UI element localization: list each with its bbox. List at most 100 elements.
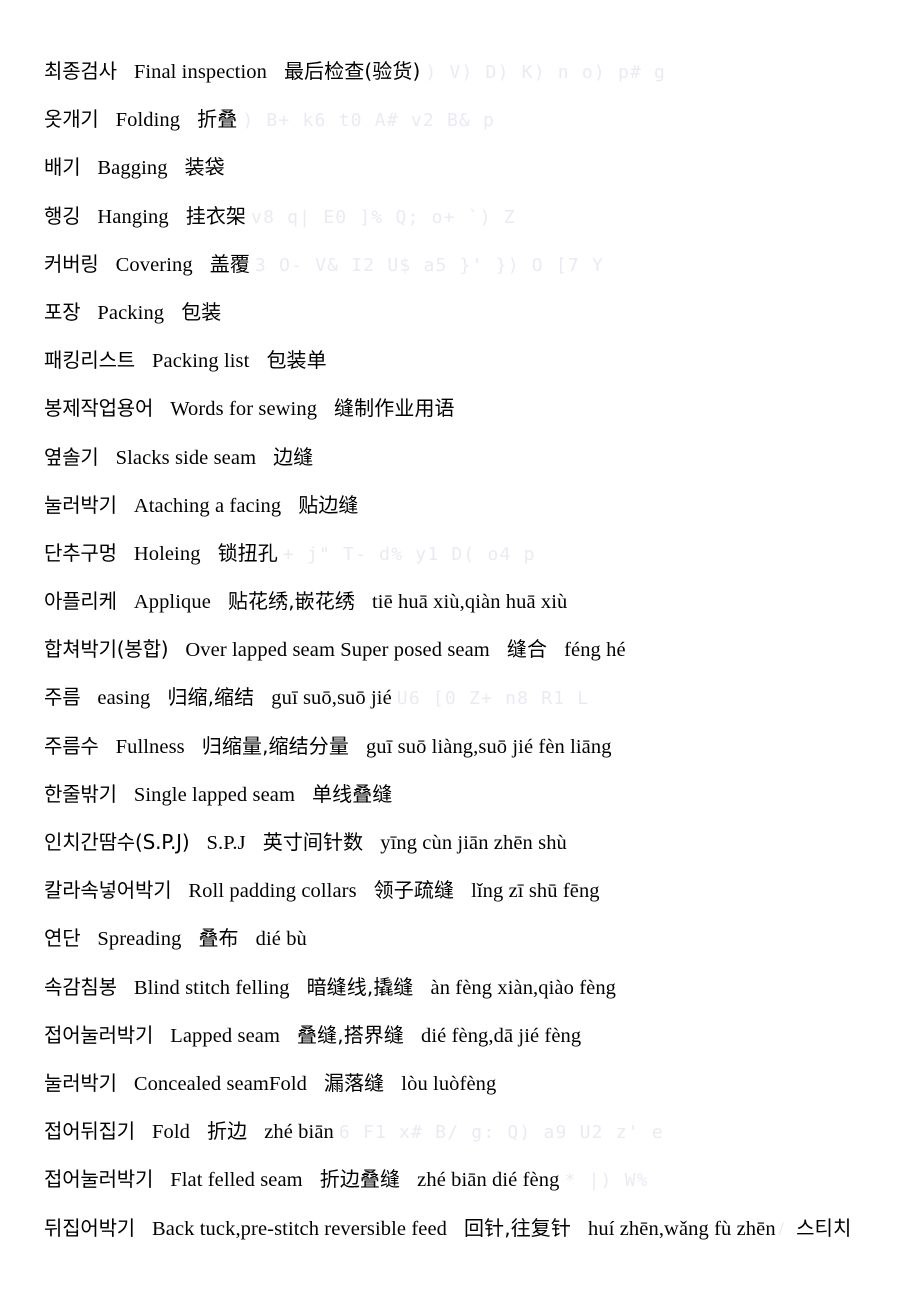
entry-english-term: Flat felled seam [170,1169,303,1192]
entry-chinese-term: 回针,往复针 [464,1215,571,1240]
glossary-row: 주름 easing 归缩,缩结 guī suō,suō jié U6 [0 Z+ n8 … [44,678,920,726]
entry-chinese-term: 漏落缝 [323,1070,385,1095]
entry-chinese-term: 归缩,缩结 [167,685,255,710]
glossary-row: 눌러박기 Concealed seamFold 漏落缝 lòu luòfèng [44,1064,920,1112]
entry-korean-term: 커버링 [44,251,99,276]
entry-chinese-term: 包装 [181,299,222,324]
entry-korean-term: 옆솔기 [44,444,99,469]
watermark-artifact-text: + j" T- d% y1 D( o4 p [282,543,536,565]
glossary-row: 접어눌러박기 Flat felled seam 折边叠缝 zhé biān dié f… [44,1160,920,1208]
entry-english-term: Spreading [97,928,182,951]
entry-english-term: Packing [97,301,165,324]
entry-chinese-term: 锁扭孔 [217,540,278,565]
entry-korean-term: 접어눌러박기 [44,1167,154,1192]
entry-korean-term: 봉제작업용어 [44,396,154,421]
entry-english-term: Folding [115,109,181,132]
entry-korean-term: 속감침봉 [44,974,117,999]
entry-pinyin: dié bù [255,928,307,951]
entry-english-term: Slacks side seam [115,446,257,469]
glossary-row: 접어눌러박기 Lapped seam 叠缝,搭界缝 dié fèng,dā jié f… [44,1016,920,1064]
entry-chinese-term: 缝制作业用语 [334,396,455,421]
watermark-artifact-text: 6 F1 x# B/ g: Q) a9 U2 z' e [338,1122,664,1144]
entry-pinyin: tiē huā xiù,qiàn huā xiù [371,591,568,614]
entry-english-term: Final inspection [133,61,267,83]
watermark-artifact-text: ) V) D) K) n o) p# g [425,62,667,83]
glossary-row: 주름수 Fullness 归缩量,缩结分量 guī suō liàng,suō jié… [44,727,920,775]
entry-trailing-korean: 스티치 [796,1215,852,1240]
entry-english-term: Over lapped seam Super posed seam [185,639,490,662]
entry-pinyin: huí zhēn,wǎng fù zhēn [588,1217,776,1240]
entry-chinese-term: 单线叠缝 [312,781,393,806]
glossary-row: 속감침봉 Blind stitch felling 暗缝线,撬缝 àn fèng xi… [44,968,920,1016]
watermark-artifact-text: ) B+ k6 t0 A# v2 B& p [242,110,496,132]
entry-english-term: easing [97,687,151,710]
entry-chinese-term: 贴花绣,嵌花绣 [227,589,355,614]
entry-english-term: Covering [115,253,193,276]
glossary-row: 합쳐박기(봉합) Over lapped seam Super posed sea… [44,630,920,678]
entry-korean-term: 행깅 [44,203,81,228]
entry-korean-term: 아플리케 [44,589,117,614]
watermark-artifact-text: v8 q| E0 ]% Q; o+ `) Z [251,206,516,228]
entry-korean-term: 배기 [44,155,81,180]
entry-english-term: Fold [152,1121,190,1144]
glossary-row: 인치간땀수(S.P.J) S.P.J 英寸间针数 yīng cùn jiān zhēn… [44,823,920,871]
entry-chinese-term: 暗缝线,撬缝 [306,974,414,999]
entry-pinyin: zhé biān dié fèng [417,1169,560,1192]
entry-korean-term: 주름수 [44,733,99,758]
entry-pinyin: guī suō liàng,suō jié fèn liāng [365,735,612,758]
entry-pinyin: guī suō,suō jié [271,687,392,710]
entry-pinyin: féng hé [564,639,626,662]
glossary-row: 옆솔기 Slacks side seam 边缝 [44,438,920,486]
entry-english-term: Applique [133,591,211,614]
entry-english-term: Single lapped seam [133,783,296,806]
glossary-row: 연단 Spreading 叠布 dié bù [44,919,920,967]
glossary-row: 눌러박기 Ataching a facing 贴边缝 [44,486,920,534]
entry-korean-term: 한줄밖기 [44,781,117,806]
entry-chinese-term: 叠布 [198,926,239,951]
glossary-row: 옷개기 Folding 折叠) B+ k6 t0 A# v2 B& p [44,100,920,148]
entry-chinese-term: 包装单 [266,348,327,373]
glossary-row: 뒤집어박기 Back tuck,pre-stitch reversible fee… [44,1209,920,1257]
entry-korean-term: 단추구멍 [44,540,117,565]
entry-english-term: Roll padding collars [188,880,357,903]
glossary-row: 배기 Bagging 装袋 [44,148,920,196]
entry-chinese-term: 归缩量,缩结分量 [201,733,349,758]
entry-chinese-term: 最后检查(验货) [283,59,421,83]
entry-english-term: Holeing [133,542,201,565]
entry-korean-term: 포장 [44,299,81,324]
entry-korean-term: 접어눌러박기 [44,1022,154,1047]
entry-english-term: Back tuck,pre-stitch reversible feed [152,1217,448,1240]
entry-english-term: Packing list [152,350,250,373]
entry-korean-term: 눌러박기 [44,1070,117,1095]
entry-english-term: S.P.J [206,832,246,854]
entry-chinese-term: 折边叠缝 [319,1167,401,1192]
entry-english-term: Words for sewing [170,398,318,421]
entry-korean-term: 합쳐박기(봉합) [44,637,169,662]
entry-chinese-term: 边缝 [273,444,314,469]
entry-pinyin: zhé biān [264,1121,334,1144]
document-page: 최종검사 Final inspection 最后检查(验货)) V) D) K) n… [0,0,920,1302]
entry-chinese-term: 折边 [207,1119,248,1144]
watermark-artifact-text: U6 [0 Z+ n8 R1 L [396,688,590,710]
entry-korean-term: 주름 [44,685,81,710]
entry-pinyin: dié fèng,dā jié fèng [421,1024,582,1047]
glossary-list: 최종검사 Final inspection 最后检查(验货)) V) D) K) n… [44,52,920,1257]
entry-chinese-term: 叠缝,搭界缝 [297,1022,404,1047]
separator-slash: / [778,1218,785,1240]
glossary-row: 칼라속넣어박기 Roll padding collars 领子疏缝 lǐng zī s… [44,871,920,919]
watermark-artifact-text: 3 O- V& I2 U$ a5 }' }) O [7 Y [254,254,604,276]
glossary-row: 아플리케 Applique 贴花绣,嵌花绣 tiē huā xiù,qiàn huā … [44,582,920,630]
glossary-row: 커버링 Covering 盖覆 3 O- V& I2 U$ a5 }' }) O [7… [44,245,920,293]
entry-pinyin: lòu luòfèng [401,1072,497,1095]
entry-korean-term: 인치간땀수(S.P.J) [44,830,190,854]
entry-chinese-term: 缝合 [506,637,548,662]
entry-korean-term: 접어뒤집기 [44,1119,135,1144]
entry-chinese-term: 领子疏缝 [373,878,455,903]
entry-pinyin: lǐng zī shū fēng [471,880,600,903]
entry-english-term: Blind stitch felling [133,976,290,999]
entry-chinese-term: 英寸间针数 [262,830,364,854]
watermark-artifact-text: * |) W% [564,1170,649,1192]
glossary-row: 포장 Packing 包装 [44,293,920,341]
entry-korean-term: 패킹리스트 [44,348,135,373]
entry-korean-term: 연단 [44,926,81,951]
